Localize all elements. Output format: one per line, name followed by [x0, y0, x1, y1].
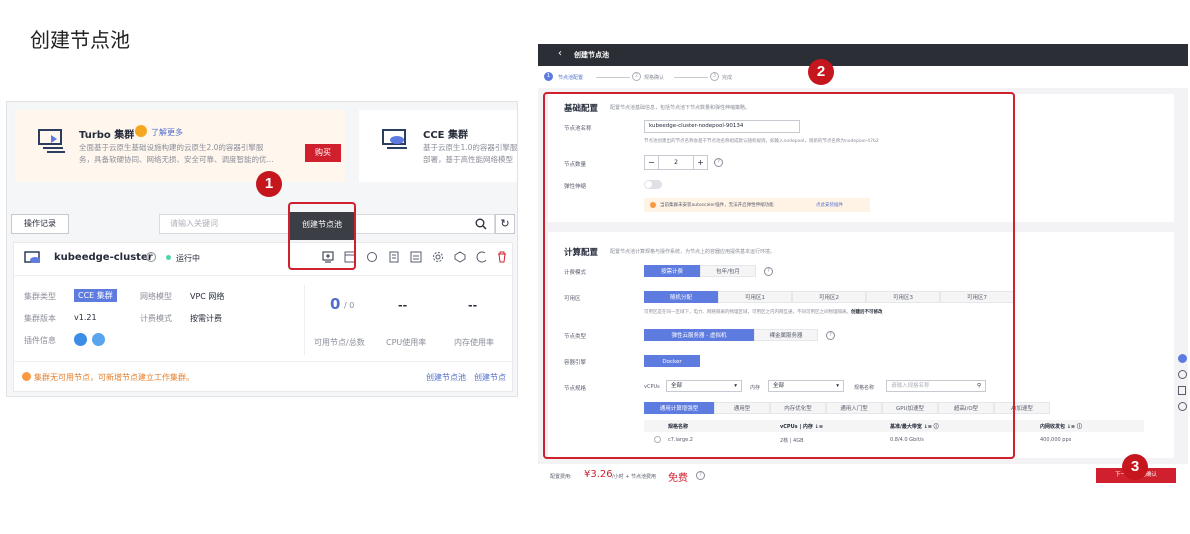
- panel-header: ‹ 创建节点池: [538, 44, 1188, 66]
- step-3-label: 完成: [722, 75, 733, 81]
- cluster-warning-text: 集群无可用节点，可新增节点建立工作集群。: [34, 373, 194, 382]
- step-2-icon: 2: [632, 72, 641, 81]
- cce-desc-1: 基于云原生1.0的容器引擎服: [423, 143, 518, 152]
- price-unit: /小时 + 节点池费用: [612, 474, 657, 480]
- plugin-icon-1: [74, 333, 87, 346]
- panel-title: 创建节点池: [574, 51, 609, 59]
- highlight-box-2: [543, 92, 1015, 459]
- learn-more-link[interactable]: 了解更多: [151, 127, 183, 138]
- col-pps[interactable]: 内网收发包 ↓≡ ⓘ: [1040, 423, 1082, 430]
- turbo-star-icon: [135, 125, 147, 137]
- turbo-promo-card: Turbo 集群 了解更多 全面基于云原生基础设施构建的云原生2.0的容器引擎服…: [15, 110, 345, 182]
- cpu-usage-label: CPU使用率: [386, 338, 427, 347]
- help-icon[interactable]: ?: [146, 252, 156, 262]
- buy-button[interactable]: 购买: [305, 144, 341, 162]
- nodes-label: 可用节点/总数: [314, 338, 365, 347]
- cluster-version-label: 集群版本: [24, 314, 56, 323]
- total-nodes-value: / 0: [344, 301, 355, 310]
- network-model-label: 网络模型: [140, 292, 172, 301]
- assistant-icon[interactable]: [1178, 354, 1187, 363]
- back-arrow-icon[interactable]: ‹: [558, 48, 562, 59]
- cluster-list-panel: Turbo 集群 了解更多 全面基于云原生基础设施构建的云原生2.0的容器引擎服…: [6, 101, 518, 397]
- refresh-icon[interactable]: ↻: [495, 214, 515, 234]
- help-center-icon[interactable]: [1178, 370, 1187, 379]
- cce-desc-2: 部署，基于高性能网络模型: [423, 155, 513, 164]
- billing-mode-value: 按需计费: [190, 314, 222, 323]
- turbo-desc-1: 全面基于云原生基础设施构建的云原生2.0的容器引擎服: [79, 143, 264, 152]
- network-model-value: VPC 网络: [190, 292, 225, 301]
- step-line-2: [674, 77, 708, 78]
- config-icon[interactable]: [388, 251, 400, 263]
- step-badge-3: 3: [1122, 454, 1148, 480]
- create-nodepool-link[interactable]: 创建节点池: [426, 372, 466, 383]
- step-badge-2: 2: [808, 59, 834, 85]
- settings-gear-icon[interactable]: [432, 251, 444, 263]
- turbo-cluster-icon: [38, 129, 65, 153]
- turbo-title: Turbo 集群: [79, 130, 135, 141]
- search-icon[interactable]: [475, 218, 487, 230]
- cce-cluster-icon: [382, 129, 407, 149]
- memory-usage-label: 内存使用率: [454, 338, 494, 347]
- cluster-icon: [24, 251, 40, 263]
- config-fee-label: 配置费用:: [550, 474, 572, 480]
- document-icon[interactable]: [1178, 386, 1186, 395]
- cluster-name[interactable]: kubeedge-cluster: [54, 252, 153, 263]
- status-dot-icon: [166, 255, 171, 260]
- highlight-box-1: [288, 202, 356, 270]
- price-help-icon[interactable]: ?: [696, 471, 705, 480]
- card-divider: [14, 275, 514, 276]
- step-1-icon: 1: [544, 72, 553, 81]
- footer-bar: 配置费用: ¥3.26 /小时 + 节点池费用 免费 ? 下一步: 规格确认: [538, 464, 1188, 488]
- operation-log-button[interactable]: 操作记录: [11, 214, 69, 234]
- step-3-icon: 3: [710, 72, 719, 81]
- step-1-label: 节点池配置: [558, 75, 584, 81]
- cluster-card: kubeedge-cluster ? 运行中 集群类型 CCE 集群 网络模型 …: [13, 242, 514, 392]
- step-badge-1: 1: [256, 171, 282, 197]
- cluster-type-label: 集群类型: [24, 292, 56, 301]
- warning-icon: [22, 372, 31, 381]
- delete-icon[interactable]: [496, 251, 508, 263]
- cluster-status: 运行中: [176, 254, 200, 263]
- turbo-desc-2: 务，具备软硬协同、网络无损、安全可靠、调度智能的优...: [79, 155, 274, 164]
- step-line-1: [596, 77, 630, 78]
- workload-icon[interactable]: [366, 251, 378, 263]
- cluster-type-badge: CCE 集群: [74, 289, 117, 302]
- row-pps: 400,000 pps: [1040, 437, 1072, 443]
- available-nodes-value: 0: [330, 295, 341, 313]
- hibernate-icon[interactable]: [476, 251, 488, 263]
- steps-bar: 1 节点池配置 2 规格确认 3 完成: [538, 66, 1188, 88]
- floating-toolbar: [1178, 354, 1188, 414]
- cce-promo-card: CCE 集群 基于云原生1.0的容器引擎服 部署，基于高性能网络模型: [359, 110, 518, 182]
- plugin-icon-2: [92, 333, 105, 346]
- config-price: ¥3.26: [584, 469, 613, 480]
- free-label: 免费: [668, 473, 688, 484]
- monitor-icon[interactable]: [454, 251, 466, 263]
- feedback-icon[interactable]: [1178, 402, 1187, 411]
- search-placeholder: 请输入关键词: [170, 219, 218, 228]
- billing-mode-label: 计费模式: [140, 314, 172, 323]
- cluster-version-value: v1.21: [74, 313, 97, 322]
- stats-divider: [304, 285, 305, 355]
- step-2-label: 规格确认: [644, 75, 665, 81]
- plugin-info-label: 插件信息: [24, 336, 56, 345]
- log-icon[interactable]: [410, 251, 422, 263]
- cce-title: CCE 集群: [423, 130, 468, 141]
- cpu-usage-value: --: [398, 299, 408, 312]
- memory-usage-value: --: [468, 299, 478, 312]
- create-node-link[interactable]: 创建节点: [474, 372, 506, 383]
- card-bottom-divider: [14, 361, 514, 362]
- page-title: 创建节点池: [30, 28, 130, 52]
